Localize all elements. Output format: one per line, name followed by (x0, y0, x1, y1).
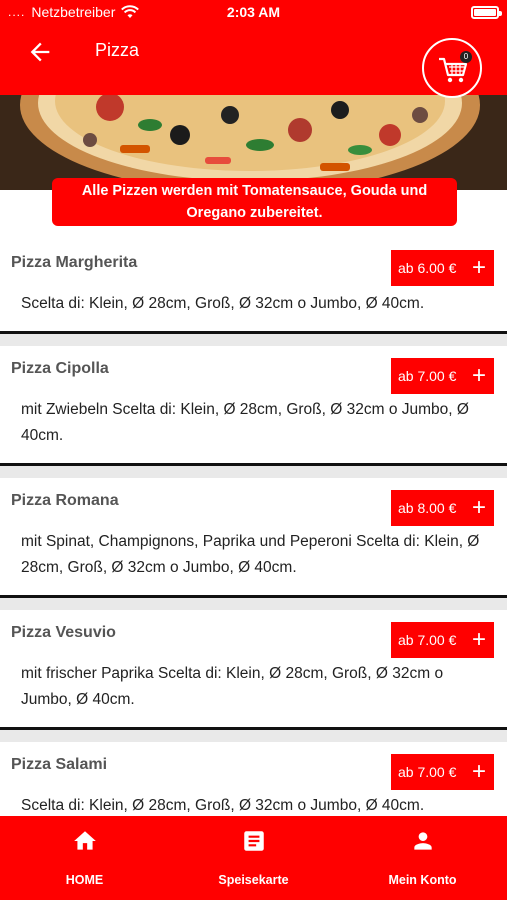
add-to-cart-button[interactable]: ab 7.00 € + (391, 358, 494, 394)
price-label: ab 7.00 € (398, 632, 457, 648)
nav-mein-konto-label: Mein Konto (388, 873, 457, 887)
plus-icon: + (471, 626, 486, 653)
menu-item[interactable]: Pizza Romana ab 8.00 € + mit Spinat, Cha… (0, 478, 507, 598)
menu-item-description: Scelta di: Klein, Ø 28cm, Groß, Ø 32cm o… (21, 295, 425, 312)
status-time: 2:03 AM (226, 4, 281, 20)
price-label: ab 8.00 € (398, 500, 457, 516)
pizza-hero-image (0, 95, 507, 190)
plus-icon: + (471, 362, 486, 389)
menu-item[interactable]: Pizza Salami ab 7.00 € + Scelta di: Klei… (0, 742, 507, 816)
plus-icon: + (471, 254, 486, 281)
add-to-cart-button[interactable]: ab 8.00 € + (391, 490, 494, 526)
nav-home-label: HOME (65, 873, 104, 887)
menu-list[interactable]: Pizza Margherita ab 6.00 € + Scelta di: … (0, 238, 507, 816)
battery-icon (471, 6, 502, 19)
menu-item-description: Scelta di: Klein, Ø 28cm, Groß, Ø 32cm o… (21, 797, 425, 814)
bottom-navigation: HOME Speisekarte Mein Konto (0, 816, 507, 900)
home-icon (73, 831, 96, 850)
add-to-cart-button[interactable]: ab 7.00 € + (391, 754, 494, 790)
price-label: ab 6.00 € (398, 260, 457, 276)
nav-speisekarte-label: Speisekarte (218, 873, 289, 887)
nav-speisekarte[interactable]: Speisekarte (169, 816, 338, 900)
info-banner: Alle Pizzen werden mit Tomatensauce, Gou… (52, 178, 457, 226)
nav-mein-konto[interactable]: Mein Konto (338, 816, 507, 900)
plus-icon: + (471, 758, 486, 785)
add-to-cart-button[interactable]: ab 6.00 € + (391, 250, 494, 286)
price-label: ab 7.00 € (398, 368, 457, 384)
menu-item[interactable]: Pizza Vesuvio ab 7.00 € + mit frischer P… (0, 610, 507, 730)
menu-item-description: mit Zwiebeln Scelta di: Klein, Ø 28cm, G… (21, 401, 469, 444)
page-title: Pizza (95, 40, 140, 60)
menu-item-description: mit Spinat, Champignons, Paprika und Pep… (21, 533, 480, 576)
nav-home[interactable]: HOME (0, 816, 169, 900)
cart-count-badge: 0 (460, 51, 472, 63)
menu-item[interactable]: Pizza Margherita ab 6.00 € + Scelta di: … (0, 238, 507, 334)
pizza-illustration (0, 95, 507, 190)
plus-icon: + (471, 494, 486, 521)
menu-item-description: mit frischer Paprika Scelta di: Klein, Ø… (21, 665, 444, 708)
price-label: ab 7.00 € (398, 764, 457, 780)
back-arrow-icon[interactable] (26, 38, 54, 66)
cart-button[interactable]: 0 (422, 38, 482, 98)
menu-book-icon (243, 831, 264, 851)
menu-item[interactable]: Pizza Cipolla ab 7.00 € + mit Zwiebeln S… (0, 346, 507, 466)
person-icon (413, 832, 432, 850)
add-to-cart-button[interactable]: ab 7.00 € + (391, 622, 494, 658)
status-bar: .... Netzbetreiber 2:03 AM (0, 0, 507, 26)
